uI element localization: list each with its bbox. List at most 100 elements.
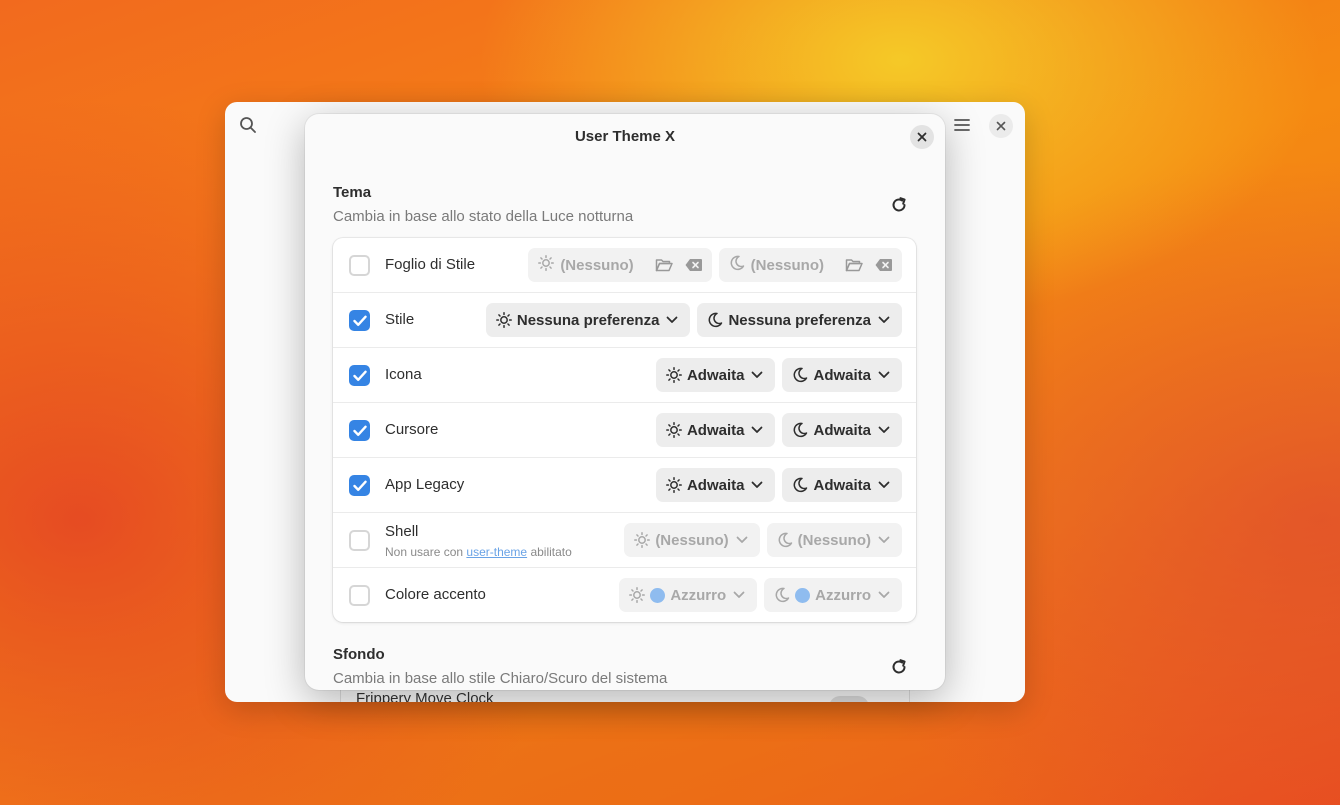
chevron-down-icon — [876, 312, 892, 328]
shell-theme-row: Shell Non usare con user-theme abilitato… — [333, 513, 916, 568]
clear-icon[interactable] — [874, 255, 894, 275]
sun-icon — [666, 477, 682, 493]
chevron-down-icon — [876, 477, 892, 493]
moon-icon — [707, 312, 723, 328]
chevron-down-icon — [664, 312, 680, 328]
light-accent-color-dropdown[interactable]: Azzurro — [619, 578, 758, 612]
moon-icon — [777, 532, 793, 548]
row-label: Colore accento — [385, 586, 486, 603]
sun-icon — [629, 587, 646, 603]
subtitle-prefix: Non usare con — [385, 545, 464, 559]
section-title-theme: Tema — [333, 184, 372, 201]
moon-icon — [792, 367, 808, 383]
chevron-down-icon — [876, 587, 892, 603]
dark-stylesheet-value: (Nessuno) — [750, 256, 824, 274]
close-icon[interactable] — [910, 125, 934, 149]
stylesheet-checkbox[interactable] — [349, 255, 370, 276]
section-subtitle-wallpaper: Cambia in base allo stile Chiaro/Scuro d… — [333, 670, 668, 687]
refresh-icon[interactable] — [888, 656, 910, 678]
close-icon[interactable] — [989, 114, 1013, 138]
accent-color-row: Colore accento Azzurro Azzurro — [333, 568, 916, 623]
light-stylesheet-picker: (Nessuno) — [528, 248, 712, 282]
dropdown-value: (Nessuno) — [655, 531, 729, 549]
folder-open-icon[interactable] — [654, 255, 674, 275]
row-label: Shell — [385, 523, 419, 540]
moon-icon — [792, 477, 808, 493]
style-checkbox[interactable] — [349, 310, 370, 331]
light-style-dropdown[interactable]: Nessuna preferenza — [485, 303, 691, 337]
dropdown-value: Adwaita — [813, 366, 871, 384]
moon-icon — [774, 587, 790, 603]
refresh-icon[interactable] — [888, 194, 910, 216]
section-subtitle-theme: Cambia in base allo stato della Luce not… — [333, 208, 634, 225]
preferences-dialog: User Theme X Tema Cambia in base allo st… — [305, 114, 945, 690]
dropdown-value: Azzurro — [670, 586, 727, 604]
chevron-down-icon — [876, 422, 892, 438]
dark-style-dropdown[interactable]: Nessuna preferenza — [697, 303, 902, 337]
theme-settings-list: Foglio di Stile (Nessuno) (Nessuno) Stil… — [333, 238, 916, 622]
light-icon-theme-dropdown[interactable]: Adwaita — [655, 358, 776, 392]
folder-open-icon[interactable] — [844, 255, 864, 275]
style-row: Stile Nessuna preferenza Nessuna prefere… — [333, 293, 916, 348]
row-label: Cursore — [385, 421, 439, 438]
moon-icon — [792, 422, 808, 438]
dropdown-value: (Nessuno) — [797, 531, 871, 549]
search-icon[interactable] — [239, 116, 257, 134]
dropdown-value: Adwaita — [686, 421, 745, 439]
moon-icon — [729, 255, 745, 276]
legacy-app-theme-checkbox[interactable] — [349, 475, 370, 496]
cursor-theme-row: Cursore Adwaita Adwaita — [333, 403, 916, 458]
light-legacy-theme-dropdown[interactable]: Adwaita — [655, 468, 776, 502]
dropdown-value: Adwaita — [813, 421, 871, 439]
dark-icon-theme-dropdown[interactable]: Adwaita — [782, 358, 902, 392]
sun-icon — [495, 312, 512, 328]
chevron-down-icon — [876, 367, 892, 383]
extension-toggle[interactable] — [829, 696, 869, 702]
light-stylesheet-value: (Nessuno) — [560, 256, 634, 274]
dropdown-value: Adwaita — [686, 366, 745, 384]
section-title-wallpaper: Sfondo — [333, 646, 385, 663]
dark-stylesheet-picker: (Nessuno) — [718, 248, 902, 282]
dropdown-value: Adwaita — [813, 476, 871, 494]
accent-color-swatch — [795, 587, 811, 603]
cursor-theme-checkbox[interactable] — [349, 420, 370, 441]
dark-shell-theme-dropdown[interactable]: (Nessuno) — [766, 523, 902, 557]
chevron-down-icon — [749, 422, 765, 438]
light-shell-theme-dropdown[interactable]: (Nessuno) — [624, 523, 760, 557]
dropdown-value: Adwaita — [686, 476, 745, 494]
sun-icon — [634, 532, 651, 548]
chevron-down-icon — [876, 532, 892, 548]
row-label: Stile — [385, 311, 415, 328]
chevron-down-icon — [734, 532, 750, 548]
dropdown-value: Nessuna preferenza — [728, 311, 871, 329]
sun-icon — [666, 367, 682, 383]
stylesheet-row: Foglio di Stile (Nessuno) (Nessuno) — [333, 238, 916, 293]
accent-color-swatch — [650, 587, 666, 603]
sun-icon — [666, 422, 682, 438]
row-label: App Legacy — [385, 476, 465, 493]
legacy-app-theme-row: App Legacy Adwaita Adwaita — [333, 458, 916, 513]
icon-theme-checkbox[interactable] — [349, 365, 370, 386]
dropdown-value: Azzurro — [815, 586, 871, 604]
dropdown-value: Nessuna preferenza — [516, 311, 660, 329]
dark-cursor-theme-dropdown[interactable]: Adwaita — [782, 413, 902, 447]
row-subtitle: Non usare con user-theme abilitato — [385, 545, 572, 559]
dark-accent-color-dropdown[interactable]: Azzurro — [764, 578, 902, 612]
subtitle-suffix: abilitato — [530, 545, 572, 559]
sun-icon — [538, 254, 555, 276]
light-cursor-theme-dropdown[interactable]: Adwaita — [655, 413, 776, 447]
icon-theme-row: Icona Adwaita Adwaita — [333, 348, 916, 403]
clear-icon[interactable] — [684, 255, 704, 275]
user-theme-link[interactable]: user-theme — [466, 545, 527, 559]
accent-color-checkbox[interactable] — [349, 585, 370, 606]
chevron-down-icon — [749, 477, 765, 493]
shell-theme-checkbox[interactable] — [349, 530, 370, 551]
row-label: Foglio di Stile — [385, 256, 476, 273]
dialog-title: User Theme X — [574, 128, 676, 145]
chevron-down-icon — [749, 367, 765, 383]
row-label: Icona — [385, 366, 422, 383]
chevron-down-icon — [731, 587, 747, 603]
hamburger-menu-icon[interactable] — [953, 116, 971, 134]
extension-name: Frippery Move Clock — [356, 690, 494, 702]
dark-legacy-theme-dropdown[interactable]: Adwaita — [782, 468, 902, 502]
